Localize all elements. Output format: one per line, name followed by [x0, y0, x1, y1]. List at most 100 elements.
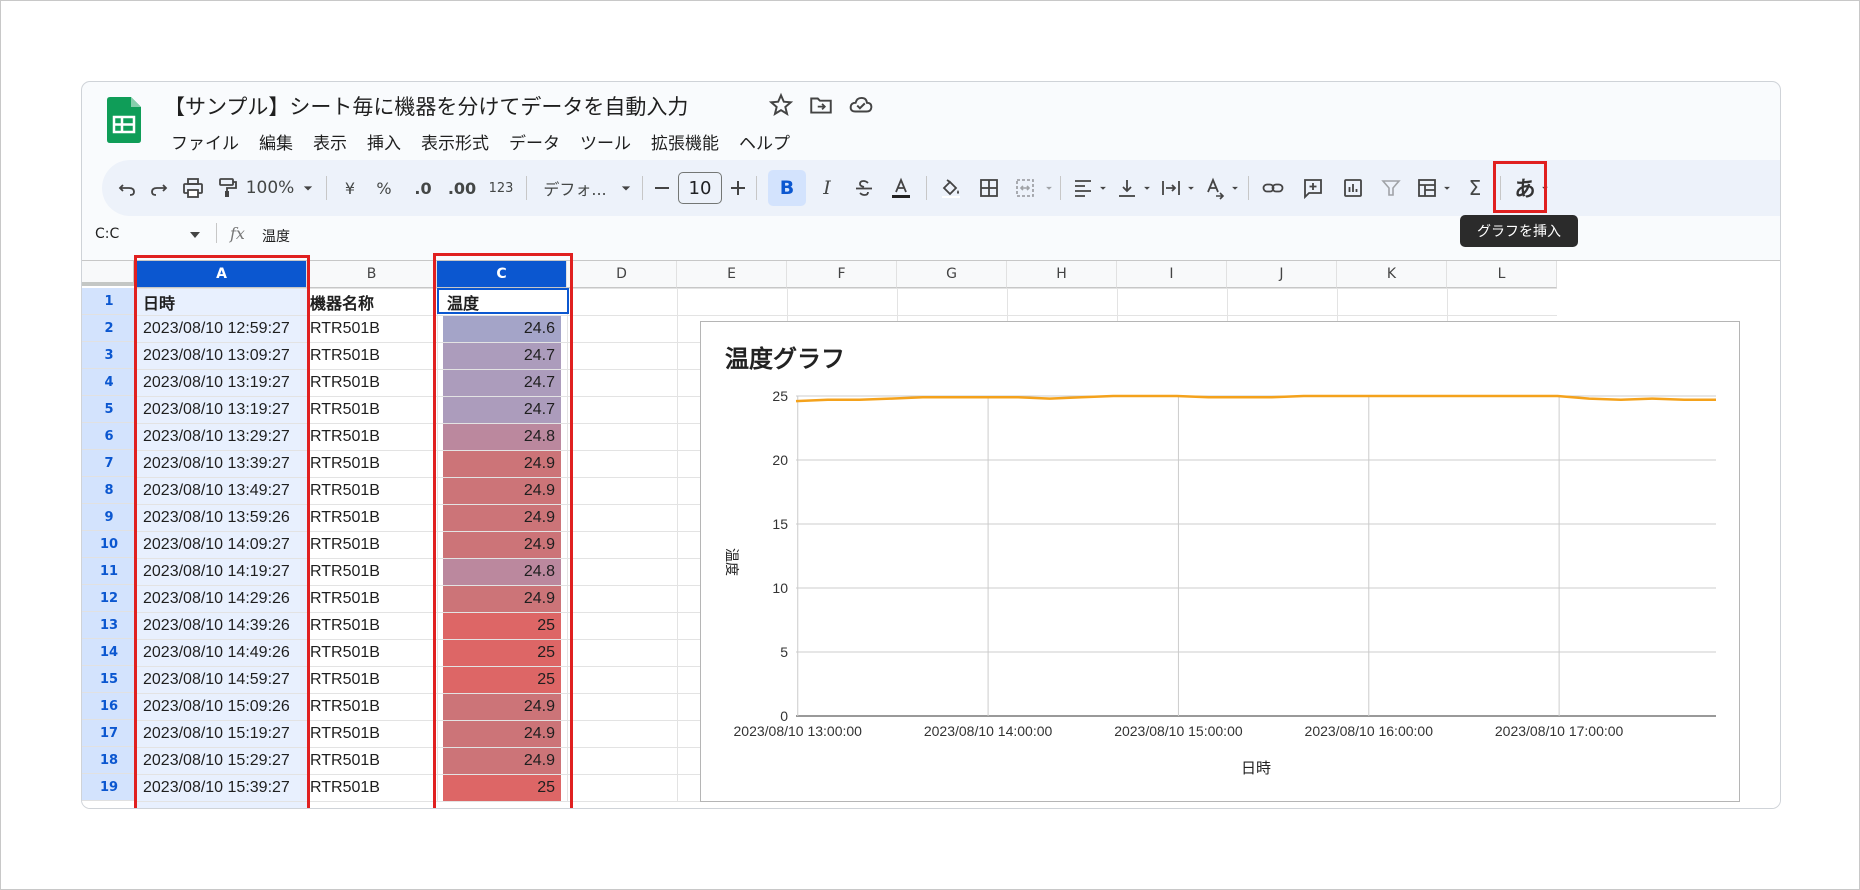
select-all-corner[interactable] — [82, 261, 137, 286]
horizontal-align-icon[interactable] — [1068, 170, 1098, 206]
row-header[interactable]: 4 — [82, 369, 137, 396]
paint-format-icon[interactable] — [212, 170, 242, 206]
insert-link-icon[interactable] — [1256, 170, 1290, 206]
cell-b[interactable]: RTR501B — [310, 612, 437, 639]
cell-b[interactable]: RTR501B — [310, 585, 437, 612]
row-header[interactable]: 8 — [82, 477, 137, 504]
menu-item[interactable]: 挿入 — [357, 129, 411, 154]
cell-b[interactable]: RTR501B — [310, 774, 437, 801]
cell-b[interactable]: RTR501B — [310, 747, 437, 774]
column-header-i[interactable]: I — [1117, 261, 1227, 288]
row-header[interactable]: 1 — [82, 288, 137, 315]
column-header-k[interactable]: K — [1337, 261, 1447, 288]
cell-b[interactable]: RTR501B — [310, 369, 437, 396]
cell-b[interactable]: RTR501B — [310, 450, 437, 477]
bold-button[interactable]: B — [768, 170, 806, 206]
zoom-select[interactable]: 100% — [242, 170, 298, 206]
currency-button[interactable]: ¥ — [338, 170, 362, 206]
cell-b[interactable]: RTR501B — [310, 342, 437, 369]
row-header[interactable]: 15 — [82, 666, 137, 693]
text-color-icon[interactable] — [884, 170, 918, 206]
column-header-e[interactable]: E — [677, 261, 787, 288]
undo-icon[interactable] — [112, 170, 142, 206]
menu-item[interactable]: ツール — [570, 129, 641, 154]
menu-item[interactable]: 拡張機能 — [641, 129, 729, 154]
cell-b[interactable]: RTR501B — [310, 531, 437, 558]
borders-icon[interactable] — [972, 170, 1006, 206]
align-dropdown-icon[interactable] — [1096, 170, 1110, 206]
formula-input[interactable]: 温度 — [262, 226, 290, 246]
cell-b[interactable]: RTR501B — [310, 720, 437, 747]
name-box-dropdown-icon[interactable] — [190, 232, 200, 238]
merge-cells-icon[interactable] — [1008, 170, 1042, 206]
cell-b[interactable]: RTR501B — [310, 504, 437, 531]
row-header[interactable]: 14 — [82, 639, 137, 666]
cell-b[interactable]: RTR501B — [310, 396, 437, 423]
menu-item[interactable]: ファイル — [161, 129, 249, 154]
cell-b[interactable]: 機器名称 — [310, 288, 437, 315]
cell-b[interactable]: RTR501B — [310, 639, 437, 666]
cloud-saved-icon[interactable] — [848, 92, 874, 118]
move-folder-icon[interactable] — [808, 92, 834, 118]
decrease-decimal-button[interactable]: .0 — [406, 170, 440, 206]
menu-item[interactable]: 表示形式 — [411, 129, 499, 154]
italic-button[interactable]: I — [810, 170, 844, 206]
cell-b[interactable]: RTR501B — [310, 693, 437, 720]
percent-button[interactable]: % — [372, 170, 396, 206]
row-header[interactable]: 11 — [82, 558, 137, 585]
cell-b[interactable]: RTR501B — [310, 315, 437, 342]
row-header[interactable]: 19 — [82, 774, 137, 801]
font-size-minus-icon[interactable] — [650, 170, 674, 206]
merge-dropdown-icon[interactable] — [1042, 170, 1056, 206]
redo-icon[interactable] — [144, 170, 174, 206]
cell-b[interactable]: RTR501B — [310, 477, 437, 504]
filter-views-icon[interactable] — [1412, 170, 1442, 206]
insert-chart-icon[interactable] — [1336, 170, 1370, 206]
row-header[interactable]: 13 — [82, 612, 137, 639]
increase-decimal-button[interactable]: .00 — [442, 170, 482, 206]
row-header[interactable]: 2 — [82, 315, 137, 342]
row-header[interactable]: 10 — [82, 531, 137, 558]
row-header[interactable]: 12 — [82, 585, 137, 612]
font-select[interactable]: デフォ... — [534, 170, 616, 206]
column-header-g[interactable]: G — [897, 261, 1007, 288]
text-rotation-icon[interactable] — [1200, 170, 1230, 206]
menu-item[interactable]: 表示 — [303, 129, 357, 154]
insert-comment-icon[interactable] — [1296, 170, 1330, 206]
cell-b[interactable]: RTR501B — [310, 666, 437, 693]
menu-item[interactable]: データ — [499, 129, 570, 154]
functions-icon[interactable]: Σ — [1458, 170, 1492, 206]
row-header[interactable]: 17 — [82, 720, 137, 747]
cell-b[interactable]: RTR501B — [310, 423, 437, 450]
row-header[interactable]: 9 — [82, 504, 137, 531]
rotation-dropdown-icon[interactable] — [1228, 170, 1242, 206]
column-header-d[interactable]: D — [567, 261, 677, 288]
document-title[interactable]: 【サンプル】シート毎に機器を分けてデータを自動入力 — [164, 91, 688, 121]
menu-item[interactable]: ヘルプ — [729, 129, 800, 154]
row-header[interactable]: 7 — [82, 450, 137, 477]
column-header-j[interactable]: J — [1227, 261, 1337, 288]
temperature-chart[interactable]: 温度グラフ 0 5 10 15 20 25 2023/08/10 13:00:00 2023/0… — [700, 321, 1740, 802]
column-header-b[interactable]: B — [307, 261, 437, 288]
name-box[interactable]: C:C — [95, 226, 119, 242]
column-header-h[interactable]: H — [1007, 261, 1117, 288]
sheets-logo-icon[interactable] — [107, 97, 141, 143]
font-dropdown-icon[interactable] — [616, 170, 636, 206]
strikethrough-icon[interactable] — [847, 170, 881, 206]
row-header[interactable]: 16 — [82, 693, 137, 720]
row-header[interactable]: 6 — [82, 423, 137, 450]
valign-dropdown-icon[interactable] — [1140, 170, 1154, 206]
print-icon[interactable] — [178, 170, 208, 206]
star-icon[interactable] — [768, 92, 794, 118]
zoom-dropdown-icon[interactable] — [298, 170, 318, 206]
number-format-button[interactable]: 123 — [484, 170, 518, 206]
column-header-l[interactable]: L — [1447, 261, 1557, 288]
row-header[interactable]: 5 — [82, 396, 137, 423]
text-wrapping-icon[interactable] — [1156, 170, 1186, 206]
cell-b[interactable]: RTR501B — [310, 558, 437, 585]
filter-views-dropdown-icon[interactable] — [1440, 170, 1454, 206]
row-header[interactable]: 3 — [82, 342, 137, 369]
font-size-input[interactable]: 10 — [678, 172, 722, 204]
font-size-plus-icon[interactable] — [726, 170, 750, 206]
column-header-f[interactable]: F — [787, 261, 897, 288]
